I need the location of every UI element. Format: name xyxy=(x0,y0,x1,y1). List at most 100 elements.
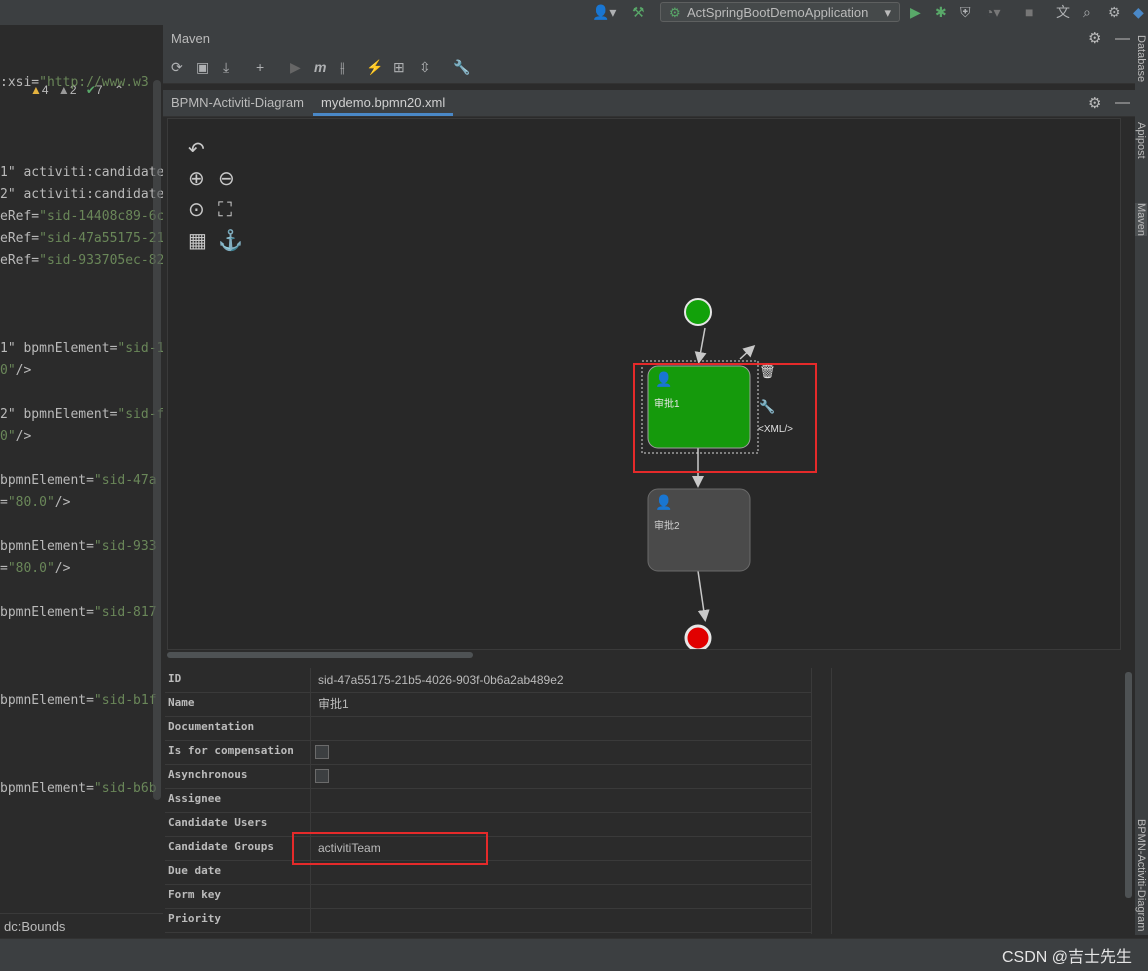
build-hammer-icon[interactable]: ⚒ xyxy=(632,2,645,22)
maven-title: Maven xyxy=(171,31,211,46)
property-row: Asynchronous xyxy=(165,764,811,789)
maven-panel-header: Maven ⚙ — xyxy=(163,25,1135,53)
right-tool-strip: Database Apipost Maven BPMN-Activiti-Dia… xyxy=(1135,25,1148,935)
translate-icon[interactable]: 文 xyxy=(1056,2,1070,22)
tab-label: BPMN-Activiti-Diagram xyxy=(171,95,304,110)
property-value-field[interactable] xyxy=(318,884,798,908)
code-attr: :xsi= xyxy=(0,75,40,90)
tab-bpmn-activiti-diagram[interactable]: BPMN-Activiti-Diagram xyxy=(163,90,312,116)
user-account-icon[interactable]: 👤▾ xyxy=(592,2,616,22)
coverage-shield-icon[interactable]: ⛨ xyxy=(960,2,971,22)
maven-toolbar: ⟳ ▣ ⤓ + ▶ m ⫲ ⚡ ⊞ ⇳ 🔧 xyxy=(163,53,1135,84)
sequence-flow[interactable] xyxy=(694,327,707,364)
code-tag-end: /> xyxy=(54,561,71,576)
editor-scrollbar[interactable] xyxy=(153,80,161,800)
code-attr: bpmnElement= xyxy=(0,539,94,554)
code-tag-end: /> xyxy=(54,495,71,510)
code-attr: = xyxy=(0,495,8,510)
run-icon[interactable]: ▶ xyxy=(910,2,921,22)
connect-arrow-icon[interactable] xyxy=(739,344,756,360)
wrench-icon[interactable]: 🔧 xyxy=(453,57,470,77)
tool-window-apipost[interactable]: Apipost xyxy=(1135,122,1147,159)
canvas-horizontal-scrollbar[interactable] xyxy=(167,652,473,658)
code-line: eRef="sid-933705ec-82 xyxy=(0,253,163,268)
code-attr: bpmnElement= xyxy=(0,473,94,488)
watermark: CSDN @吉士先生 xyxy=(1001,949,1132,966)
code-line: ="80.0"/> xyxy=(0,561,70,576)
code-attr: 2" activiti:candidate xyxy=(0,187,163,202)
property-divider xyxy=(310,740,311,764)
property-divider xyxy=(310,908,311,932)
code-string: "80.0" xyxy=(7,495,55,510)
run-icon[interactable]: ▶ xyxy=(290,57,301,77)
code-tag-end: /> xyxy=(15,429,32,444)
property-checkbox[interactable] xyxy=(315,769,329,783)
code-string: 0" xyxy=(0,429,16,444)
code-attr: = xyxy=(0,561,8,576)
collapse-all-icon[interactable]: ⇳ xyxy=(419,57,431,77)
code-line: bpmnElement="sid-817 xyxy=(0,605,157,620)
code-line: 1" activiti:candidate xyxy=(0,165,163,180)
code-string: "sid-b1f xyxy=(93,693,157,708)
property-row: Assignee xyxy=(165,788,811,813)
property-checkbox[interactable] xyxy=(315,745,329,759)
plugin-icon[interactable]: ◆ xyxy=(1133,2,1144,22)
code-attr: bpmnElement= xyxy=(0,781,94,796)
run-configuration-select[interactable]: ⚙ ActSpringBootDemoApplication ▾ xyxy=(660,2,900,22)
diagram-canvas[interactable]: ↶ ⊕ ⊖ ⊙ ⛶ ▦ ⚓ 👤 审批1 👤 审批2 🗑 🔧 <XML/> xyxy=(167,118,1121,650)
settings-gear-icon[interactable]: ⚙ xyxy=(1088,94,1101,112)
property-key: Priority xyxy=(168,912,221,925)
profile-icon[interactable]: ◔▾ xyxy=(985,2,1000,22)
code-line: bpmnElement="sid-933 xyxy=(0,539,157,554)
tool-window-maven[interactable]: Maven xyxy=(1135,203,1147,237)
code-line: eRef="sid-47a55175-21 xyxy=(0,231,163,246)
code-attr: bpmnElement= xyxy=(0,693,94,708)
code-string: "sid-933705ec-82 xyxy=(39,253,163,268)
skip-tests-icon[interactable]: ⚡ xyxy=(366,57,383,77)
search-icon[interactable]: ⌕ xyxy=(1083,2,1091,22)
code-attr: 1" bpmnElement= xyxy=(0,341,118,356)
property-value-field[interactable] xyxy=(318,716,798,740)
start-event[interactable] xyxy=(684,298,712,326)
user-icon: 👤 xyxy=(655,494,673,510)
breadcrumb-item[interactable]: dc:Bounds xyxy=(0,919,65,934)
generate-sources-icon[interactable]: ▣ xyxy=(196,57,209,77)
debug-bug-icon[interactable]: ✱ xyxy=(935,2,947,22)
code-line: 0"/> xyxy=(0,429,31,444)
end-event[interactable] xyxy=(684,624,712,649)
settings-gear-icon[interactable]: ⚙ xyxy=(1088,25,1101,53)
property-value-field[interactable]: sid-47a55175-21b5-4026-903f-0b6a2ab489e2 xyxy=(318,668,798,692)
settings-gear-icon[interactable]: ⚙ xyxy=(1108,2,1121,22)
code-attr: eRef= xyxy=(0,253,40,268)
properties-scrollbar[interactable] xyxy=(1125,672,1132,898)
wrench-icon[interactable]: 🔧 xyxy=(759,399,775,415)
execute-goal-icon[interactable]: m xyxy=(314,57,326,77)
property-divider xyxy=(310,884,311,908)
tool-window-database[interactable]: Database xyxy=(1135,35,1147,82)
reload-icon[interactable]: ⟳ xyxy=(171,57,183,77)
tool-window-bpmn[interactable]: BPMN-Activiti-Diagram xyxy=(1135,819,1147,931)
property-divider xyxy=(310,788,311,812)
tab-mydemo-bpmn20[interactable]: mydemo.bpmn20.xml xyxy=(313,90,454,116)
property-value-field[interactable]: 审批1 xyxy=(318,692,798,716)
property-divider xyxy=(310,692,311,716)
property-value-field[interactable] xyxy=(318,908,798,932)
show-dependencies-icon[interactable]: ⊞ xyxy=(393,57,405,77)
code-editor[interactable]: ▲4 ▲2 ✔7 ⌃ :xsi="http://www.w3 1" activit… xyxy=(0,25,163,913)
sequence-flow[interactable] xyxy=(697,570,710,622)
trash-icon[interactable]: 🗑 xyxy=(759,364,776,380)
xml-link[interactable]: <XML/> xyxy=(758,424,793,435)
property-key: Due date xyxy=(168,864,221,877)
stop-icon[interactable]: ■ xyxy=(1025,2,1033,22)
code-line: bpmnElement="sid-b1f xyxy=(0,693,157,708)
breadcrumb[interactable]: dc:Bounds xyxy=(0,913,163,939)
toggle-offline-icon[interactable]: ⫲ xyxy=(340,57,345,77)
minimize-icon[interactable]: — xyxy=(1115,94,1130,111)
property-row: Candidate Users xyxy=(165,812,811,837)
download-icon[interactable]: ⤓ xyxy=(223,57,229,77)
minimize-icon[interactable]: — xyxy=(1115,25,1130,53)
add-icon[interactable]: + xyxy=(256,57,264,77)
property-value-field[interactable] xyxy=(318,788,798,812)
code-attr: eRef= xyxy=(0,231,40,246)
code-attr: 1" activiti:candidate xyxy=(0,165,163,180)
